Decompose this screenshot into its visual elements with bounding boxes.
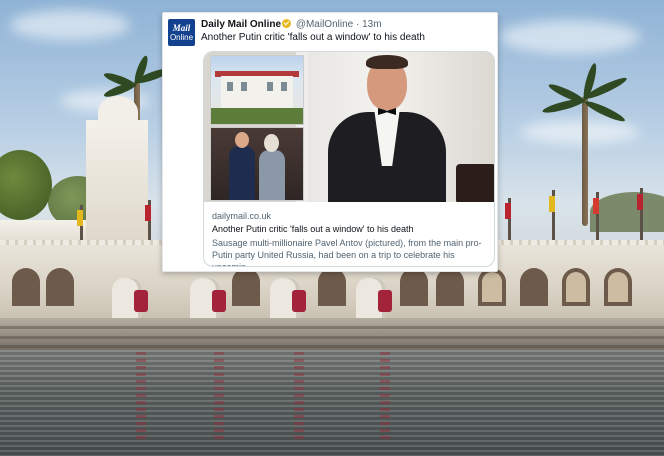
arch-light [608, 272, 628, 302]
tweet-header: Daily Mail Online @MailOnline · 13m [201, 19, 382, 30]
arch [318, 268, 346, 306]
man-head [235, 132, 249, 148]
woman-head [264, 134, 279, 152]
avatar-logo-line2: Online [169, 32, 194, 42]
arch [520, 268, 548, 306]
mansion-photo [210, 55, 304, 125]
tower-dome [98, 96, 138, 128]
tweet-text: Another Putin critic 'falls out a window… [201, 32, 425, 43]
elephant-cloth [292, 290, 306, 312]
mansion-window [267, 82, 273, 91]
elephant-cloth [378, 290, 392, 312]
water-reflection [380, 352, 390, 442]
tweet-time[interactable]: 13m [362, 19, 381, 30]
author-avatar[interactable]: Mail Online [168, 19, 195, 46]
link-description: Sausage multi-millionaire Pavel Antov (p… [212, 238, 482, 267]
portrait-photo [308, 52, 494, 202]
flag [637, 194, 643, 210]
water-reflection [214, 352, 224, 442]
link-domain: dailymail.co.uk [212, 211, 272, 221]
background-scene: Mail Online Daily Mail Online @MailOnlin… [0, 0, 664, 456]
mansion-window [281, 82, 287, 91]
cloud [520, 120, 640, 144]
portrait-hair [366, 55, 408, 69]
water-reflection [294, 352, 304, 442]
verified-badge-icon [282, 19, 292, 28]
flag [549, 196, 555, 212]
arch [12, 268, 40, 306]
couple-photo [210, 127, 304, 201]
woman-figure [259, 150, 285, 200]
link-preview-card[interactable]: dailymail.co.uk Another Putin critic 'fa… [203, 51, 495, 267]
man-figure [229, 146, 255, 200]
mansion-window [241, 82, 247, 91]
arch [400, 268, 428, 306]
mansion-window [227, 82, 233, 91]
header-separator: · [353, 19, 363, 30]
elephant-cloth [134, 290, 148, 312]
link-title[interactable]: Another Putin critic 'falls out a window… [212, 224, 414, 234]
avatar-logo-line1: Mail [172, 22, 191, 33]
link-preview-image [204, 52, 494, 202]
mansion-body [221, 76, 293, 108]
flag [505, 203, 511, 219]
palm-trunk [582, 96, 588, 226]
arch [46, 268, 74, 306]
arch-light [482, 272, 502, 302]
step-line [0, 326, 664, 329]
chair [456, 164, 494, 202]
tree [0, 150, 52, 220]
arch [436, 268, 464, 306]
mansion-lawn [211, 108, 303, 124]
arch [232, 268, 260, 306]
author-name[interactable]: Daily Mail Online [201, 19, 281, 30]
flag [593, 198, 599, 214]
cloud [10, 10, 130, 40]
tweet-card[interactable]: Mail Online Daily Mail Online @MailOnlin… [162, 12, 498, 272]
lake-water [0, 350, 664, 456]
cloud [500, 20, 640, 54]
water-reflection [136, 352, 146, 442]
author-handle[interactable]: @MailOnline [296, 19, 353, 30]
palace-tower [86, 120, 148, 250]
elephant-cloth [212, 290, 226, 312]
distant-hill [590, 192, 664, 232]
flag [145, 205, 151, 221]
arch-light [566, 272, 586, 302]
flag [77, 210, 83, 226]
step-line [0, 345, 664, 348]
step-line [0, 336, 664, 339]
